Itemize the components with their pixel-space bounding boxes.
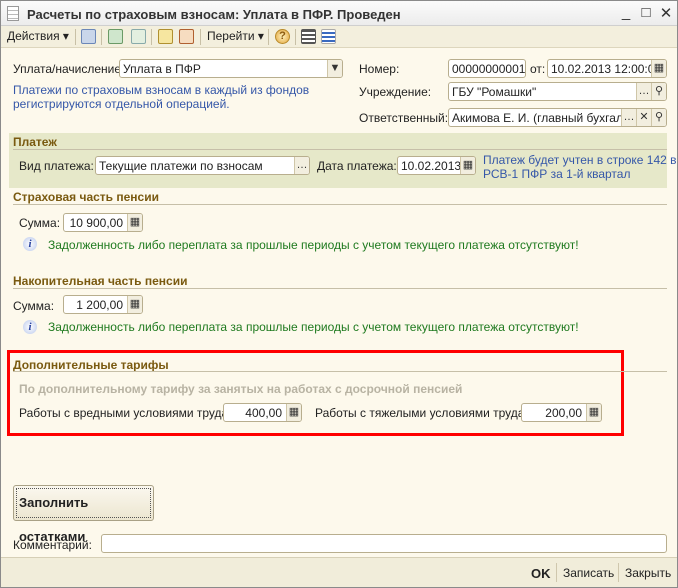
comment-label: Комментарий: [13,538,92,552]
funded-group-title: Накопительная часть пенсии [13,274,188,288]
select-button[interactable]: … [621,109,636,126]
calculator-icon[interactable]: ▦ [127,214,142,231]
separator [75,29,76,45]
post-icon[interactable] [158,29,173,44]
separator [295,29,296,45]
separator [556,563,557,582]
insurance-sum-label: Сумма: [19,216,61,230]
calendar-icon[interactable]: ▦ [460,157,475,174]
search-icon[interactable]: ⚲ [651,109,666,126]
divider [13,149,667,150]
calendar-icon[interactable]: ▦ [651,60,666,77]
separator [151,29,152,45]
separator [101,29,102,45]
chevron-down-icon[interactable]: ▼ [327,60,342,77]
harmful-label: Работы с вредными условиями труда: [19,406,232,420]
harmful-field[interactable]: 400,00 ▦ [223,403,302,422]
search-icon[interactable]: ⚲ [651,83,666,100]
post-and-close-icon[interactable] [81,29,96,44]
settings-list-icon[interactable] [321,29,336,44]
date-field[interactable]: 10.02.2013 12:00:00 ▦ [547,59,667,78]
payment-kind-label: Вид платежа: [19,159,94,173]
unpost-icon[interactable] [179,29,194,44]
document-icon [7,6,19,21]
payment-kind-field[interactable]: Текущие платежи по взносам … [95,156,310,175]
note-line-2: регистрируются отдельной операцией. [13,97,230,111]
fill-balances-button[interactable]: Заполнить остатками [13,485,154,544]
separator [268,29,269,45]
save-button[interactable]: Записать [563,566,614,580]
payment-hint-1: Платеж будет учтен в строке 142 в [483,153,677,167]
divider [13,204,667,205]
date-label: от: [530,62,546,76]
responsible-field[interactable]: Акимова Е. И. (главный бухгалтер)… ✕ ⚲ [448,108,667,127]
extra-group-title: Дополнительные тарифы [13,358,169,372]
number-field[interactable]: 00000000001 [448,59,526,78]
responsible-value: Акимова Е. И. (главный бухгалтер) [452,111,646,125]
info-icon: i [23,320,37,334]
responsible-label: Ответственный: [359,111,449,125]
funded-sum-value: 1 200,00 [76,298,123,312]
toolbar: Действия ▾ Перейти ▾ ? [1,26,677,48]
maximize-button[interactable]: □ [637,4,655,21]
select-button[interactable]: … [294,157,309,174]
payment-kind-value: Текущие платежи по взносам [99,159,263,173]
extra-subtitle: По дополнительному тарифу за занятых на … [19,382,463,396]
insurance-sum-field[interactable]: 10 900,00 ▦ [63,213,143,232]
divider [13,288,667,289]
copy-icon[interactable] [131,29,146,44]
footer-bar: OK Записать Закрыть [1,557,677,587]
org-field[interactable]: ГБУ "Ромашки" … ⚲ [448,82,667,101]
insurance-sum-value: 10 900,00 [69,216,123,230]
separator [618,563,619,582]
payment-type-select[interactable]: Уплата в ПФР ▼ [119,59,343,78]
date-value: 10.02.2013 12:00:00 [551,62,662,76]
org-value: ГБУ "Ромашки" [452,85,537,99]
info-icon: i [23,237,37,251]
payment-type-value: Уплата в ПФР [123,62,201,76]
separator [200,29,201,45]
window-title: Расчеты по страховым взносам: Уплата в П… [27,7,401,22]
hard-label: Работы с тяжелыми условиями труда: [315,406,528,420]
payment-hint-2: РСВ-1 ПФР за 1-й квартал [483,167,631,181]
org-label: Учреждение: [359,85,432,99]
help-icon[interactable]: ? [275,29,290,44]
document-window: Расчеты по страховым взносам: Уплата в П… [0,0,678,588]
number-label: Номер: [359,62,400,76]
payment-type-label: Уплата/начисление: [13,62,125,76]
calculator-icon[interactable]: ▦ [586,404,601,421]
calculator-icon[interactable]: ▦ [286,404,301,421]
payment-date-label: Дата платежа: [317,159,397,173]
funded-sum-label: Сумма: [13,299,55,313]
insurance-group-title: Страховая часть пенсии [13,190,159,204]
title-bar: Расчеты по страховым взносам: Уплата в П… [1,1,677,26]
insurance-info-text: Задолженность либо переплата за прошлые … [48,238,579,252]
funded-sum-field[interactable]: 1 200,00 ▦ [63,295,143,314]
payment-date-value: 10.02.2013 [401,159,462,173]
comment-field[interactable] [101,534,667,553]
goto-menu[interactable]: Перейти ▾ [207,29,264,43]
payment-group-title: Платеж [13,135,57,149]
structure-icon[interactable] [301,29,316,44]
hard-field[interactable]: 200,00 ▦ [521,403,602,422]
hard-value: 200,00 [545,406,582,420]
actions-menu[interactable]: Действия ▾ [7,29,69,43]
calculator-icon[interactable]: ▦ [127,296,142,313]
refresh-icon[interactable] [108,29,123,44]
close-button[interactable]: ✕ [657,4,675,22]
harmful-value: 400,00 [245,406,282,420]
funded-info-text: Задолженность либо переплата за прошлые … [48,320,579,334]
select-button[interactable]: … [636,83,651,100]
close-form-button[interactable]: Закрыть [625,566,671,580]
payment-date-field[interactable]: 10.02.2013 ▦ [397,156,476,175]
clear-icon[interactable]: ✕ [636,109,651,126]
minimize-button[interactable]: _ [617,4,635,21]
ok-button[interactable]: OK [531,566,551,581]
divider [13,371,667,372]
note-line-1: Платежи по страховым взносам в каждый из… [13,83,310,97]
